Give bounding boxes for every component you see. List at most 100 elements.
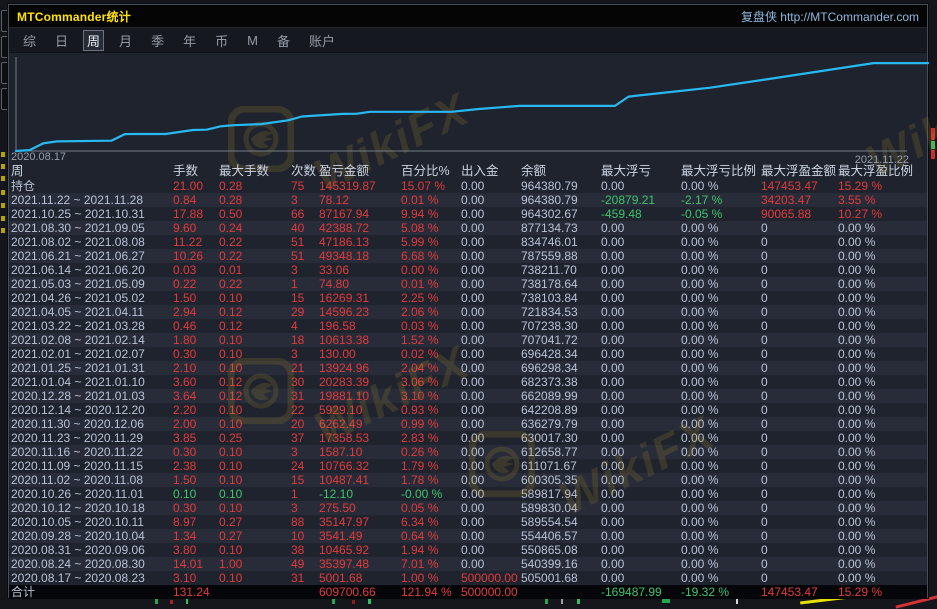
table-row[interactable]: 2020.10.05 ~ 2020.10.118.970.278835147.9…: [9, 515, 927, 529]
table-row[interactable]: 2020.10.26 ~ 2020.11.010.100.101-12.10-0…: [9, 487, 927, 501]
cell: 0.00: [461, 179, 521, 193]
cell: 0.00 %: [681, 333, 761, 347]
menu-item-2[interactable]: 日: [51, 30, 72, 51]
cell: 1: [291, 487, 319, 501]
menu-item-5[interactable]: 季: [147, 30, 168, 51]
cell: 0.00: [601, 235, 681, 249]
menu-item-6[interactable]: 年: [179, 30, 200, 51]
cell: 738178.64: [521, 277, 601, 291]
cell: 0.00 %: [838, 305, 927, 319]
table-row[interactable]: 2021.06.14 ~ 2021.06.200.030.01333.060.0…: [9, 263, 927, 277]
cell: 14596.23: [319, 305, 401, 319]
table-row[interactable]: 2020.11.02 ~ 2020.11.081.500.101510487.4…: [9, 473, 927, 487]
table-row[interactable]: 2020.11.30 ~ 2020.12.062.000.10206262.49…: [9, 417, 927, 431]
cell: 3.06 %: [401, 375, 461, 389]
table-row[interactable]: 2020.09.28 ~ 2020.10.041.340.27103541.49…: [9, 529, 927, 543]
cell: 964302.67: [521, 207, 601, 221]
cell: 持仓: [11, 179, 173, 193]
cell: -0.00 %: [401, 487, 461, 501]
table-row[interactable]: 2021.01.25 ~ 2021.01.312.100.102113924.9…: [9, 361, 927, 375]
cell: 15: [291, 291, 319, 305]
table-row[interactable]: 2021.02.08 ~ 2021.02.141.800.101810613.3…: [9, 333, 927, 347]
table-row[interactable]: 2020.11.16 ~ 2020.11.220.300.1031587.100…: [9, 445, 927, 459]
cell: 0: [761, 501, 838, 515]
cell: 0.00: [461, 403, 521, 417]
cell: 0.10: [219, 473, 291, 487]
cell: 0: [761, 487, 838, 501]
table-row[interactable]: 2021.06.21 ~ 2021.06.2710.260.225149348.…: [9, 249, 927, 263]
cell: 17358.53: [319, 431, 401, 445]
cell: 9.60: [173, 221, 219, 235]
cell: 0.00: [461, 445, 521, 459]
column-header-2: 手数: [173, 163, 219, 179]
table-row[interactable]: 2021.02.01 ~ 2021.02.070.300.103130.000.…: [9, 347, 927, 361]
cell: 15: [291, 473, 319, 487]
menu-item-3[interactable]: 周: [83, 30, 104, 51]
table-row[interactable]: 2020.11.23 ~ 2020.11.293.850.253717358.5…: [9, 431, 927, 445]
table-row[interactable]: 2020.12.28 ~ 2021.01.033.640.123119881.1…: [9, 389, 927, 403]
cell: 0: [761, 347, 838, 361]
table-row[interactable]: 2020.08.24 ~ 2020.08.3014.011.004935397.…: [9, 557, 927, 571]
table-row[interactable]: 2020.08.31 ~ 2020.09.063.800.103810465.9…: [9, 543, 927, 557]
cell: 0.00: [601, 319, 681, 333]
table-row[interactable]: 2021.08.02 ~ 2021.08.0811.220.225147186.…: [9, 235, 927, 249]
menu-item-10[interactable]: 账户: [305, 30, 339, 51]
cell: 2021.08.30 ~ 2021.09.05: [11, 221, 173, 235]
menu-item-7[interactable]: 币: [211, 30, 232, 51]
cell: 0.10: [219, 445, 291, 459]
brand-link[interactable]: 复盘侠 http://MTCommander.com: [741, 8, 919, 25]
cell: 612658.77: [521, 445, 601, 459]
table-row[interactable]: 2021.04.26 ~ 2021.05.021.500.101516269.3…: [9, 291, 927, 305]
cell: 0.22: [219, 249, 291, 263]
table-row[interactable]: 2020.10.12 ~ 2020.10.180.300.103275.500.…: [9, 501, 927, 515]
table-row[interactable]: 2021.11.22 ~ 2021.11.280.840.28378.120.0…: [9, 193, 927, 207]
total-row[interactable]: 合计131.24609700.66121.94 %500000.00-16948…: [9, 585, 927, 599]
cell: 29: [291, 305, 319, 319]
cell: 2021.06.21 ~ 2021.06.27: [11, 249, 173, 263]
table-row[interactable]: 持仓21.000.2875145319.8715.07 %0.00964380.…: [9, 179, 927, 193]
cell: 3.60: [173, 375, 219, 389]
table-row[interactable]: 2020.11.09 ~ 2020.11.152.380.102410766.3…: [9, 459, 927, 473]
table-row[interactable]: 2020.12.14 ~ 2020.12.202.200.10225929.10…: [9, 403, 927, 417]
cell: 34203.47: [761, 193, 838, 207]
table-row[interactable]: 2021.10.25 ~ 2021.10.3117.880.506687167.…: [9, 207, 927, 221]
table-row[interactable]: 2021.01.04 ~ 2021.01.103.600.123020283.3…: [9, 375, 927, 389]
cell: 0.00: [461, 249, 521, 263]
cell: [219, 585, 291, 599]
menu-item-9[interactable]: 备: [273, 30, 294, 51]
table-row[interactable]: 2020.08.17 ~ 2020.08.233.100.10315001.68…: [9, 571, 927, 585]
cell: 0.00 %: [681, 375, 761, 389]
table-row[interactable]: 2021.04.05 ~ 2021.04.112.940.122914596.2…: [9, 305, 927, 319]
cell: 0.00 %: [681, 305, 761, 319]
table-row[interactable]: 2021.08.30 ~ 2021.09.059.600.244042388.7…: [9, 221, 927, 235]
cell: 0.00: [461, 347, 521, 361]
cell: 0: [761, 291, 838, 305]
cell: 0.00: [601, 333, 681, 347]
cell: 0.00 %: [838, 557, 927, 571]
cell: 0.01 %: [401, 277, 461, 291]
menu-item-8[interactable]: M: [243, 32, 262, 49]
cell: 0.10: [219, 501, 291, 515]
cell: 0.25: [219, 431, 291, 445]
menu-item-4[interactable]: 月: [115, 30, 136, 51]
table-row[interactable]: 2021.03.22 ~ 2021.03.280.460.124196.580.…: [9, 319, 927, 333]
menu-item-1[interactable]: 综: [19, 30, 40, 51]
column-header-11: 最大浮盈金额: [761, 163, 838, 179]
cell: 0.00 %: [681, 389, 761, 403]
cell: 6.34 %: [401, 515, 461, 529]
cell: 589830.04: [521, 501, 601, 515]
cell: 0.10: [219, 571, 291, 585]
cell: 540399.16: [521, 557, 601, 571]
cell: 2020.08.24 ~ 2020.08.30: [11, 557, 173, 571]
cell: 636279.79: [521, 417, 601, 431]
cell: 0.00 %: [838, 543, 927, 557]
cell: 0: [761, 431, 838, 445]
cell: 0.00: [461, 193, 521, 207]
cell: 40: [291, 221, 319, 235]
cell: 3.85: [173, 431, 219, 445]
cell: 2020.10.05 ~ 2020.10.11: [11, 515, 173, 529]
cell: 2021.06.14 ~ 2021.06.20: [11, 263, 173, 277]
cell: 0.00: [461, 431, 521, 445]
cell: 0.00 %: [838, 361, 927, 375]
table-row[interactable]: 2021.05.03 ~ 2021.05.090.220.22174.800.0…: [9, 277, 927, 291]
